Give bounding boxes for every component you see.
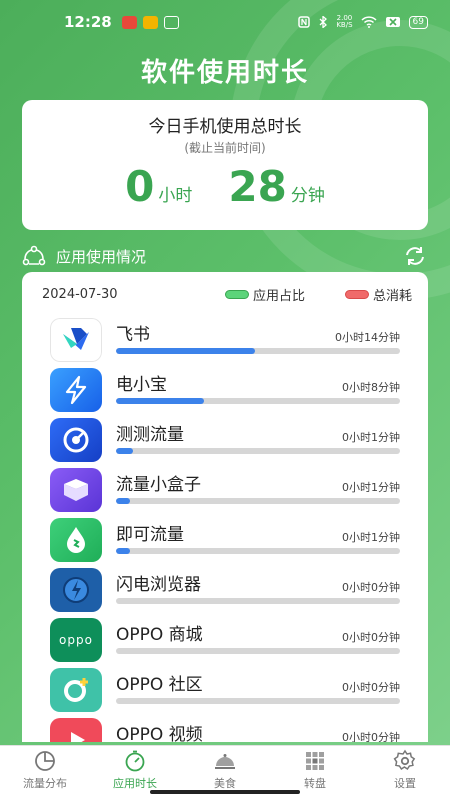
summary-title: 今日手机使用总时长 xyxy=(148,117,302,137)
app-usage-row[interactable]: oppo OPPO 商城 0小时0分钟 xyxy=(22,616,428,666)
list-date: 2024-07-30 xyxy=(42,286,118,302)
status-notification-icons xyxy=(121,15,179,29)
nfc-icon xyxy=(298,16,311,28)
legend-total-consumption: 总消耗 xyxy=(344,285,412,304)
minutes-value: 28 xyxy=(228,162,287,211)
hours-value: 0 xyxy=(125,162,155,211)
page-title: 软件使用时长 xyxy=(140,58,309,88)
section-label: 应用使用情况 xyxy=(56,247,147,266)
legend-share-label: 应用占比 xyxy=(252,288,305,304)
tab-label: 转盘 xyxy=(304,777,326,790)
refresh-icon[interactable] xyxy=(402,245,428,267)
summary-card: 今日手机使用总时长 (截止当前时间) 0 小时 28 分钟 xyxy=(22,100,428,230)
app-name: OPPO 社区 xyxy=(116,675,203,695)
app-usage-row[interactable]: 闪电浏览器 0小时0分钟 xyxy=(22,566,428,616)
tab-label: 流量分布 xyxy=(23,777,67,790)
status-bar: 12:28 2.00 KB/S 69 xyxy=(0,0,450,44)
usage-progress-fill xyxy=(116,448,134,454)
tab-settings[interactable]: 设置 xyxy=(360,746,450,800)
app-usage-time: 0小时8分钟 xyxy=(342,381,400,394)
app-name: 流量小盒子 xyxy=(116,475,201,495)
grid-wheel-icon xyxy=(306,752,324,770)
app-name: 电小宝 xyxy=(116,375,167,395)
app-usage-time: 0小时1分钟 xyxy=(342,481,400,494)
app-usage-list: 2024-07-30 应用占比 总消耗 飞书 0小时14分钟电小宝 0小时8分钟测测… xyxy=(22,272,428,742)
share-icon xyxy=(22,245,46,266)
app-usage-row[interactable]: 流量小盒子 0小时1分钟 xyxy=(22,466,428,516)
app-name: 飞书 xyxy=(116,325,150,345)
app-usage-row[interactable]: OPPO 社区 0小时0分钟 xyxy=(22,666,428,716)
app-usage-row[interactable]: 电小宝 0小时8分钟 xyxy=(22,366,428,416)
usage-progress-bar xyxy=(116,598,400,604)
section-header: 应用使用情况 xyxy=(22,244,428,268)
app-name: OPPO 商城 xyxy=(116,625,203,645)
hours-unit: 小时 xyxy=(158,186,193,206)
usage-progress-bar xyxy=(116,648,400,654)
usage-progress-bar xyxy=(116,548,400,554)
app-usage-row[interactable]: 测测流量 0小时1分钟 xyxy=(22,416,428,466)
app-usage-time: 0小时14分钟 xyxy=(335,331,400,344)
bluetooth-icon xyxy=(319,16,328,28)
feishu-icon xyxy=(50,318,102,362)
summary-subtitle: (截止当前时间) xyxy=(184,141,266,155)
app-usage-time: 0小时0分钟 xyxy=(342,631,400,644)
minutes-value-group: 28 分钟 xyxy=(228,162,324,211)
speedtest-icon xyxy=(50,418,102,462)
app-rows: 飞书 0小时14分钟 电小宝 0小时8分钟 测测流量 0小时1分钟 流量小盒子 0小时1分钟即… xyxy=(22,316,428,742)
app-usage-time: 0小时1分钟 xyxy=(342,431,400,444)
home-indicator xyxy=(150,790,300,794)
lightning-icon xyxy=(50,368,102,412)
wifi-icon xyxy=(361,16,377,28)
app-name: 测测流量 xyxy=(116,425,184,445)
oppo-logo-icon: oppo xyxy=(50,618,102,662)
usage-progress-fill xyxy=(116,398,205,404)
app-usage-time: 0小时0分钟 xyxy=(342,581,400,594)
app-name: OPPO 视频 xyxy=(116,725,203,742)
tab-label: 应用时长 xyxy=(113,777,157,790)
summary-values: 0 小时 28 分钟 xyxy=(22,162,428,211)
compass-icon xyxy=(50,568,102,612)
usage-progress-bar xyxy=(116,448,400,454)
hours-value-group: 0 小时 xyxy=(125,162,192,211)
minutes-unit: 分钟 xyxy=(290,186,325,206)
drop-icon xyxy=(50,518,102,562)
notification-app-icon xyxy=(142,15,158,29)
usage-progress-fill xyxy=(116,548,131,554)
usage-progress-fill xyxy=(116,348,256,354)
usage-progress-bar xyxy=(116,698,400,704)
notification-app-icon xyxy=(163,15,179,29)
tab-label: 美食 xyxy=(214,777,236,790)
community-icon xyxy=(50,668,102,712)
network-speed: 2.00 KB/S xyxy=(336,14,353,29)
usage-progress-fill xyxy=(116,498,131,504)
gear-icon xyxy=(393,749,416,771)
battery-indicator: 69 xyxy=(408,15,428,29)
legend-consumption-label: 总消耗 xyxy=(372,288,412,304)
pie-chart-icon xyxy=(35,751,55,771)
usage-progress-bar xyxy=(116,348,400,354)
app-usage-time: 0小时1分钟 xyxy=(342,531,400,544)
stopwatch-icon xyxy=(125,750,145,772)
tab-traffic-distribution[interactable]: 流量分布 xyxy=(0,746,90,800)
usage-progress-bar xyxy=(116,398,400,404)
app-usage-time: 0小时0分钟 xyxy=(342,731,400,742)
tab-label: 设置 xyxy=(394,777,416,790)
list-header: 2024-07-30 应用占比 总消耗 xyxy=(22,272,428,316)
sim-off-icon xyxy=(385,17,400,27)
food-cloche-icon xyxy=(215,754,235,769)
app-name: 闪电浏览器 xyxy=(116,575,201,595)
notification-app-icon xyxy=(121,15,137,29)
legend-swatch-consumption xyxy=(344,289,369,299)
video-play-icon xyxy=(50,718,102,742)
app-usage-row[interactable]: OPPO 视频 0小时0分钟 xyxy=(22,716,428,742)
app-usage-row[interactable]: 即可流量 0小时1分钟 xyxy=(22,516,428,566)
status-time: 12:28 xyxy=(64,13,112,31)
legend-app-share: 应用占比 xyxy=(224,285,305,304)
box-icon xyxy=(50,468,102,512)
legend-swatch-share xyxy=(224,289,249,299)
app-usage-time: 0小时0分钟 xyxy=(342,681,400,694)
usage-progress-bar xyxy=(116,498,400,504)
app-usage-row[interactable]: 飞书 0小时14分钟 xyxy=(22,316,428,366)
app-name: 即可流量 xyxy=(116,525,184,545)
